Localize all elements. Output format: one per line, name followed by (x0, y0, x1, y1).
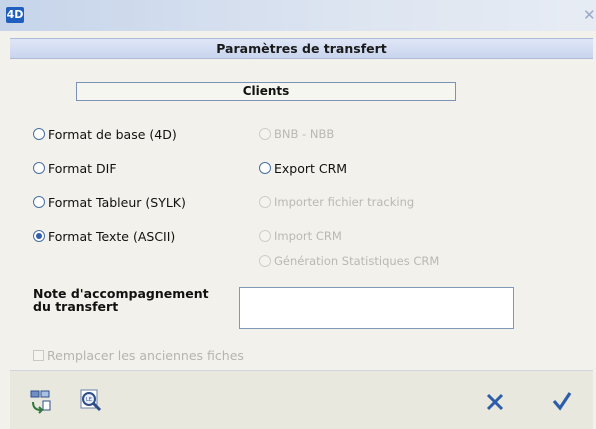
radio-circle[interactable] (33, 196, 45, 208)
note-label: Note d'accompagnement du transfert (33, 287, 209, 313)
transfer-dialog: 4D ✕ Paramètres de transfert Clients For… (0, 0, 596, 429)
radio-label: Import CRM (274, 229, 342, 243)
radio-label: BNB - NBB (274, 127, 335, 141)
refresh-records-icon (30, 390, 51, 414)
section-title: Clients (76, 82, 456, 101)
validate-check-icon (552, 392, 572, 411)
radio-circle (259, 128, 271, 140)
radio-importer-tracking: Importer fichier tracking (259, 193, 414, 211)
radio-format-texte[interactable]: Format Texte (ASCII) (33, 227, 175, 245)
radio-generation-statistiques: Génération Statistiques CRM (259, 252, 439, 270)
note-label-line2: du transfert (33, 299, 119, 314)
title-bar: 4D ✕ (0, 0, 596, 31)
replace-label: Remplacer les anciennes fiches (47, 347, 244, 363)
radio-format-dif[interactable]: Format DIF (33, 159, 117, 177)
radio-label: Format DIF (48, 160, 117, 176)
radio-circle (259, 196, 271, 208)
radio-bnb-nbb: BNB - NBB (259, 125, 334, 143)
close-icon[interactable]: ✕ (583, 8, 596, 23)
note-textarea[interactable] (239, 287, 514, 329)
dialog-header: Paramètres de transfert (10, 38, 593, 59)
search-button[interactable]: LE (76, 386, 106, 416)
radio-circle (259, 230, 271, 242)
cancel-icon (486, 393, 504, 411)
radio-format-tableur[interactable]: Format Tableur (SYLK) (33, 193, 186, 211)
app-4d-icon: 4D (6, 7, 24, 23)
radio-circle (259, 255, 271, 267)
radio-import-crm: Import CRM (259, 227, 342, 245)
radio-label: Format Texte (ASCII) (48, 228, 176, 244)
radio-label: Importer fichier tracking (274, 195, 415, 209)
radio-circle[interactable] (33, 162, 45, 174)
radio-export-crm[interactable]: Export CRM (259, 159, 347, 177)
radio-format-de-base[interactable]: Format de base (4D) (33, 125, 177, 143)
radio-label: Format de base (4D) (48, 126, 177, 142)
replace-checkbox (33, 349, 44, 361)
radio-label: Génération Statistiques CRM (274, 254, 440, 268)
radio-label: Format Tableur (SYLK) (48, 194, 186, 210)
search-magnifier-icon: LE (80, 389, 102, 412)
refresh-records-button[interactable] (26, 386, 56, 416)
svg-text:LE: LE (86, 397, 92, 403)
radio-circle-selected[interactable] (33, 230, 45, 242)
cancel-button[interactable] (480, 387, 510, 417)
replace-checkbox-row: Remplacer les anciennes fiches (33, 347, 244, 363)
bottom-toolbar: LE (10, 371, 593, 429)
radio-circle[interactable] (259, 162, 271, 174)
radio-circle[interactable] (33, 128, 45, 140)
radio-label: Export CRM (274, 160, 348, 176)
validate-button[interactable] (547, 386, 577, 416)
